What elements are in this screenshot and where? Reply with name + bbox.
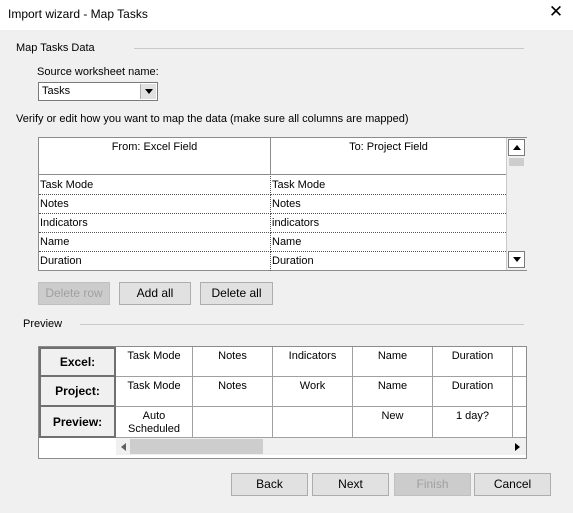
next-button[interactable]: Next: [312, 473, 389, 496]
divider: [80, 324, 524, 325]
preview-cell: Auto Scheduled: [116, 407, 193, 438]
finish-button[interactable]: Finish: [394, 473, 471, 496]
map-from-cell[interactable]: Indicators: [39, 214, 271, 233]
column-header-to: To: Project Field: [271, 138, 506, 175]
preview-cell: Name: [353, 377, 433, 407]
preview-cell: [193, 407, 273, 438]
map-to-cell[interactable]: indicators: [271, 214, 506, 233]
map-to-cell[interactable]: Name: [271, 233, 506, 252]
scroll-up-button[interactable]: [508, 139, 525, 156]
title-bar: Import wizard - Map Tasks ✕: [0, 0, 573, 30]
map-to-cell[interactable]: Notes: [271, 195, 506, 214]
column-header-from: From: Excel Field: [39, 138, 271, 175]
chevron-down-icon: [512, 257, 521, 262]
map-from-cell[interactable]: Task Mode: [39, 176, 271, 195]
preview-grid: Excel: Project: Preview: Task Mode Notes…: [38, 346, 527, 459]
preview-cell: Indicators: [273, 347, 353, 377]
chevron-down-icon: [144, 89, 153, 94]
row-header-preview: Preview:: [39, 407, 116, 438]
preview-cell: [273, 407, 353, 438]
vertical-scrollbar[interactable]: [506, 138, 527, 270]
scroll-left-button[interactable]: [116, 438, 130, 455]
scroll-right-button[interactable]: [510, 438, 524, 455]
preview-cell: Notes: [193, 347, 273, 377]
verify-instructions: Verify or edit how you want to map the d…: [16, 113, 409, 125]
map-from-cell[interactable]: Notes: [39, 195, 271, 214]
preview-cell: Duration: [433, 377, 513, 407]
preview-cell: New: [353, 407, 433, 438]
preview-cell: Name: [353, 347, 433, 377]
map-from-cell[interactable]: Name: [39, 233, 271, 252]
section-label-preview: Preview: [23, 318, 63, 330]
scroll-thumb[interactable]: [130, 439, 263, 454]
preview-cell: [513, 347, 526, 377]
preview-cell: Work: [273, 377, 353, 407]
row-header-project: Project:: [39, 377, 116, 407]
cancel-button[interactable]: Cancel: [474, 473, 551, 496]
delete-all-button[interactable]: Delete all: [200, 282, 273, 305]
scroll-down-button[interactable]: [508, 251, 525, 268]
chevron-right-icon: [514, 442, 520, 451]
source-worksheet-label: Source worksheet name:: [37, 66, 159, 78]
scroll-thumb[interactable]: [509, 158, 524, 166]
preview-cell: 1 day?: [433, 407, 513, 438]
delete-row-button[interactable]: Delete row: [38, 282, 110, 305]
preview-cell: [513, 407, 526, 438]
close-icon[interactable]: ✕: [547, 3, 565, 21]
preview-cell: Notes: [193, 377, 273, 407]
horizontal-scrollbar[interactable]: [116, 438, 526, 455]
mapping-grid: From: Excel Field To: Project Field Task…: [38, 137, 527, 271]
row-header-excel: Excel:: [39, 347, 116, 377]
preview-cell: Duration: [433, 347, 513, 377]
map-from-cell[interactable]: Duration: [39, 252, 271, 271]
section-label-map-data: Map Tasks Data: [16, 42, 95, 54]
chevron-left-icon: [120, 442, 126, 451]
preview-cell: [513, 377, 526, 407]
add-all-button[interactable]: Add all: [119, 282, 191, 305]
back-button[interactable]: Back: [231, 473, 308, 496]
source-worksheet-select[interactable]: Tasks: [38, 82, 158, 101]
preview-cell: Task Mode: [116, 377, 193, 407]
window-title: Import wizard - Map Tasks: [8, 7, 148, 21]
dropdown-button[interactable]: [140, 84, 156, 99]
source-worksheet-value: Tasks: [42, 85, 71, 97]
chevron-up-icon: [512, 145, 521, 150]
preview-cell: Task Mode: [116, 347, 193, 377]
map-to-cell[interactable]: Duration: [271, 252, 506, 271]
divider: [134, 48, 524, 49]
map-to-cell[interactable]: Task Mode: [271, 176, 506, 195]
